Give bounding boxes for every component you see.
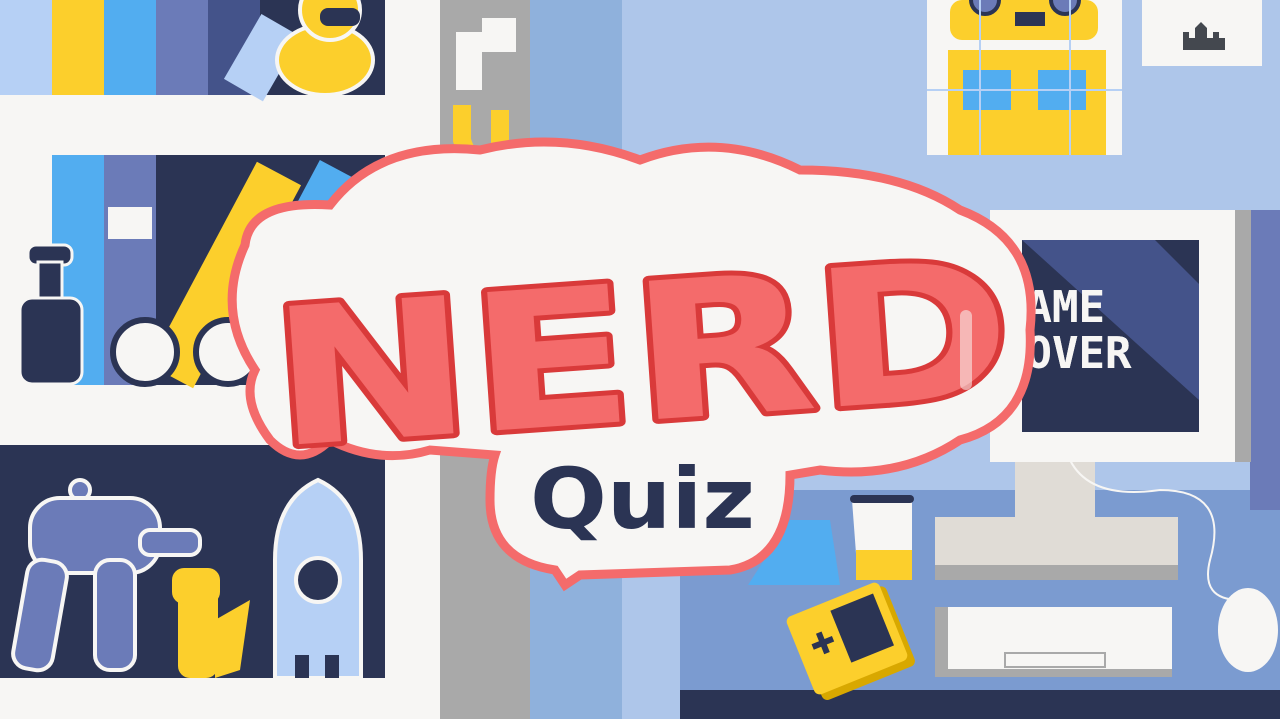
book <box>156 0 208 95</box>
book <box>0 0 52 95</box>
logo-subtitle: Quiz <box>530 450 755 548</box>
pixel-block <box>482 18 516 52</box>
computer-case <box>935 517 1178 580</box>
nerd-quiz-illustration: GAME OVER ME VER NERD Quiz <box>0 0 1280 719</box>
rocket-icon <box>273 477 363 680</box>
wall-panel <box>1250 210 1280 510</box>
keyboard <box>935 607 1172 677</box>
screen-text-line1: ME <box>1052 282 1105 333</box>
screen-text-line2: VER <box>1052 328 1132 379</box>
castle-frame <box>1142 0 1262 66</box>
robot-poster <box>927 0 1122 155</box>
book <box>104 0 156 95</box>
desk-edge <box>680 690 1280 719</box>
pixel-block <box>456 32 482 90</box>
mouse-icon <box>1218 588 1278 672</box>
book <box>52 0 104 95</box>
